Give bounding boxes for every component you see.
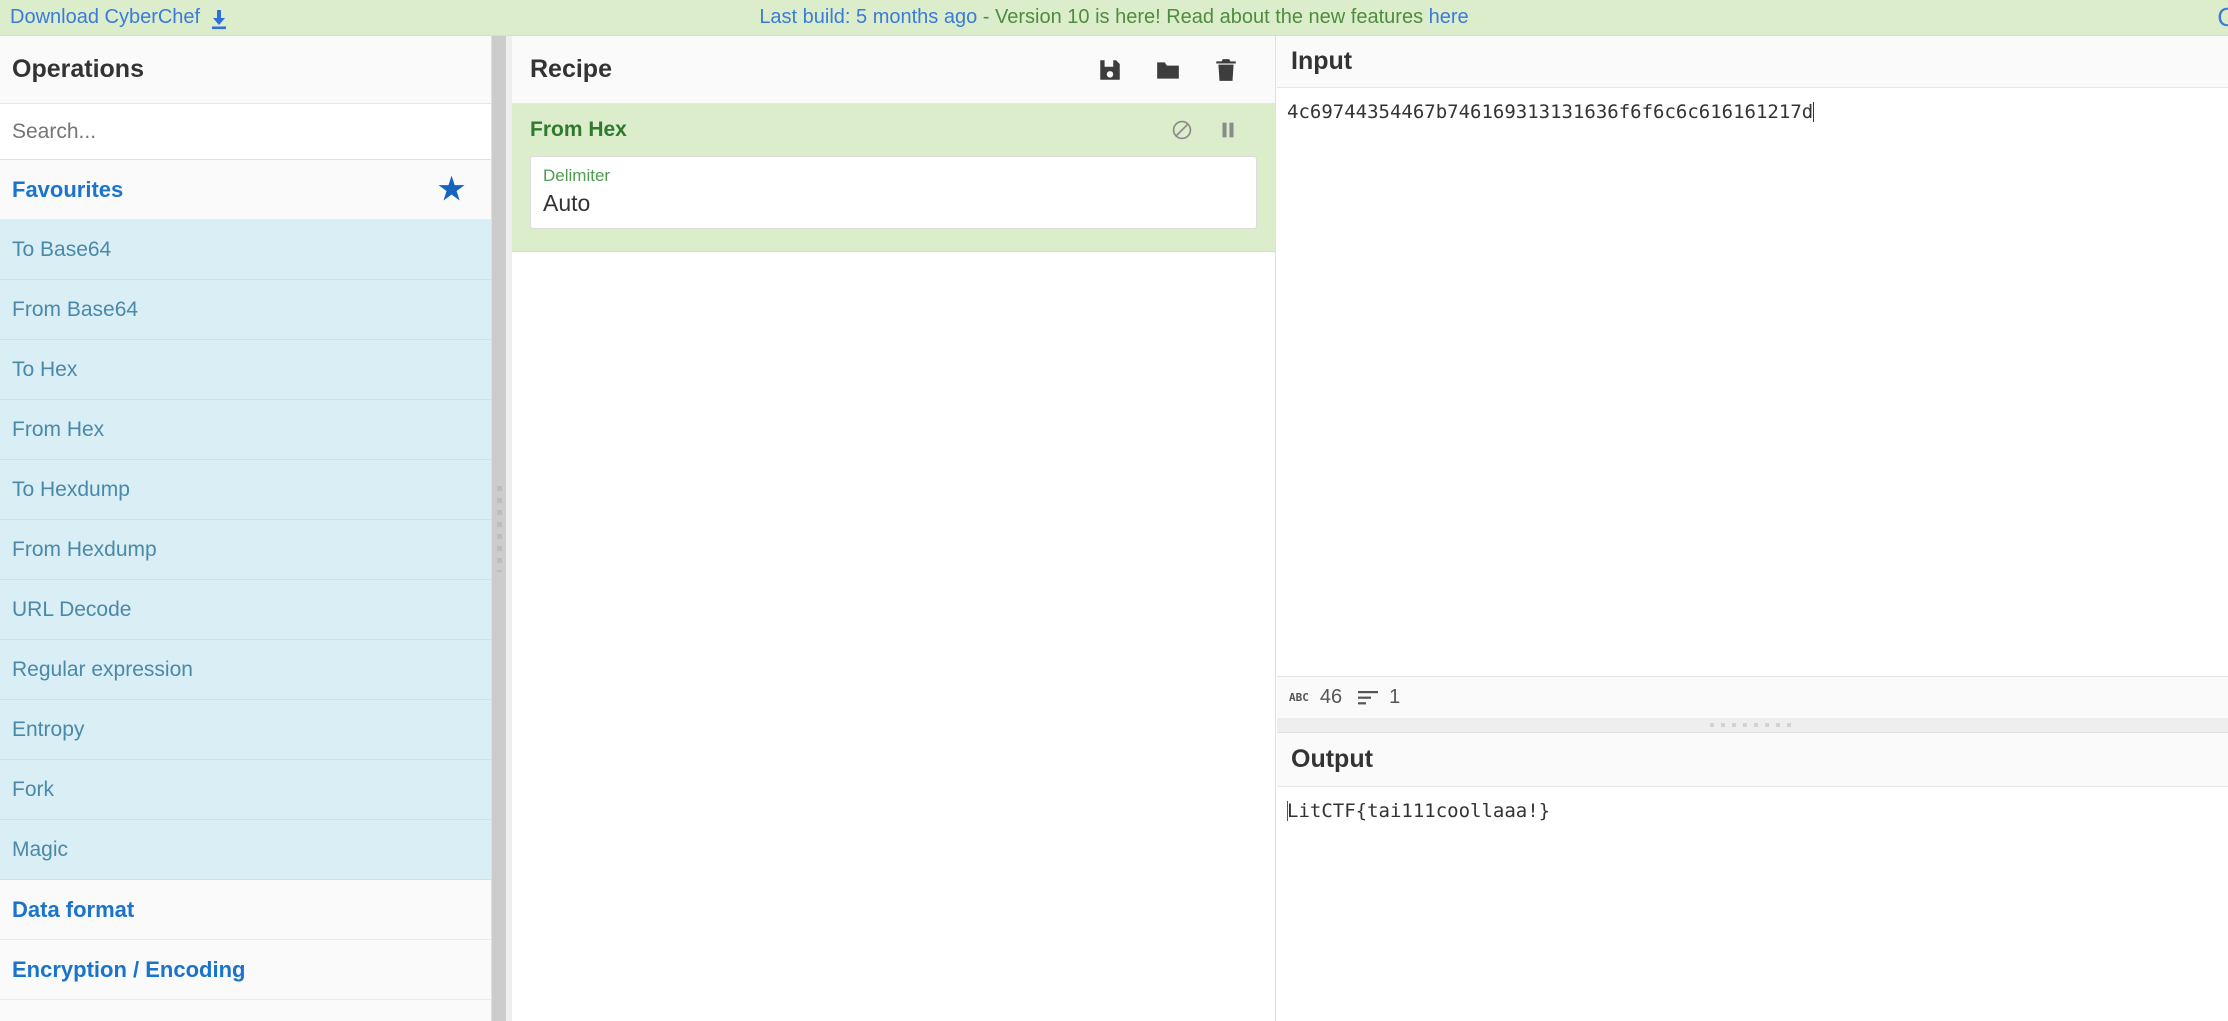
category-header-data-format[interactable]: Data format [0, 880, 491, 940]
category-label-favourites: Favourites [12, 176, 124, 202]
disable-circle-slash-icon[interactable] [1171, 119, 1193, 141]
operation-item-fork[interactable]: Fork [0, 760, 491, 820]
operation-item-to-base64[interactable]: To Base64 [0, 220, 491, 280]
save-recipe-button[interactable] [1097, 57, 1123, 83]
pause-breakpoint-icon[interactable] [1217, 119, 1239, 141]
workspace: Operations Favourites ★ To Base64 From B… [0, 36, 2228, 1021]
input-output-splitter[interactable] [1277, 718, 2228, 732]
operation-item-magic[interactable]: Magic [0, 820, 491, 880]
output-section: Output LitCTF{tai111coollaaa!} [1277, 732, 2228, 1021]
operations-recipe-splitter[interactable] [492, 36, 506, 1021]
input-textarea[interactable]: 4c69744354467b746169313131636f6f6c6c6161… [1277, 88, 2228, 125]
recipe-title: Recipe [530, 55, 612, 83]
splitter-grip-horizontal-icon [1709, 723, 1796, 727]
star-icon[interactable]: ★ [438, 174, 465, 205]
recipe-operation-header: From Hex [512, 104, 1275, 156]
splitter-grip-icon [497, 485, 502, 572]
recipe-operation-controls [1171, 119, 1239, 141]
operations-pane: Operations Favourites ★ To Base64 From B… [0, 36, 492, 1021]
banner-build-text: Last build: 5 months ago [759, 6, 978, 28]
io-pane: Input 4c69744354467b746169313131636f6f6c… [1277, 36, 2228, 1021]
operations-title: Operations [0, 36, 491, 104]
search-input[interactable] [0, 104, 491, 160]
banner-message: Last build: 5 months ago - Version 10 is… [0, 6, 2228, 29]
operation-item-regular-expression[interactable]: Regular expression [0, 640, 491, 700]
abc-character-count-icon: ABC [1289, 691, 1309, 704]
top-banner: Download CyberChef Last build: 5 months … [0, 0, 2228, 36]
input-section: Input 4c69744354467b746169313131636f6f6c… [1277, 36, 2228, 732]
operation-item-from-hex[interactable]: From Hex [0, 400, 491, 460]
operation-item-to-hex[interactable]: To Hex [0, 340, 491, 400]
banner-version-text: Version 10 is here! Read about the new f… [995, 6, 1429, 28]
category-header-encryption-encoding[interactable]: Encryption / Encoding [0, 940, 491, 1000]
output-value: LitCTF{tai111coollaaa!} [1287, 800, 1551, 822]
input-status-bar: ABC 46 1 [1277, 676, 2228, 718]
line-count-icon [1358, 690, 1379, 705]
recipe-operation-title: From Hex [530, 118, 627, 141]
load-recipe-button[interactable] [1155, 57, 1181, 83]
banner-close-button[interactable]: C [2217, 4, 2228, 30]
line-count-group: 1 [1358, 686, 1400, 709]
character-count-group: ABC 46 [1289, 686, 1342, 709]
text-caret [1813, 102, 1815, 122]
delimiter-value[interactable]: Auto [543, 189, 1244, 219]
operation-item-entropy[interactable]: Entropy [0, 700, 491, 760]
banner-separator: - [977, 6, 996, 28]
input-title: Input [1277, 36, 2228, 88]
delimiter-argument-field[interactable]: Delimiter Auto [530, 156, 1257, 230]
operation-item-from-hexdump[interactable]: From Hexdump [0, 520, 491, 580]
recipe-operation-from-hex[interactable]: From Hex Delimiter Auto [512, 104, 1275, 253]
category-label-encryption-encoding: Encryption / Encoding [12, 956, 246, 982]
operation-item-to-hexdump[interactable]: To Hexdump [0, 460, 491, 520]
recipe-header: Recipe [512, 36, 1275, 104]
character-count-value: 46 [1319, 686, 1343, 708]
recipe-pane: Recipe From Hex Delimiter Auto [512, 36, 1276, 1021]
operation-item-url-decode[interactable]: URL Decode [0, 580, 491, 640]
output-textarea[interactable]: LitCTF{tai111coollaaa!} [1277, 787, 2228, 824]
banner-here-link[interactable]: here [1429, 6, 1469, 28]
category-label-data-format: Data format [12, 896, 135, 922]
operation-item-from-base64[interactable]: From Base64 [0, 280, 491, 340]
recipe-toolbar [1097, 57, 1239, 83]
input-value: 4c69744354467b746169313131636f6f6c6c6161… [1287, 101, 1814, 123]
output-title: Output [1277, 733, 2228, 787]
clear-recipe-button[interactable] [1213, 57, 1239, 83]
category-header-favourites[interactable]: Favourites ★ [0, 160, 491, 220]
line-count-value: 1 [1389, 686, 1401, 708]
delimiter-label: Delimiter [543, 166, 611, 185]
